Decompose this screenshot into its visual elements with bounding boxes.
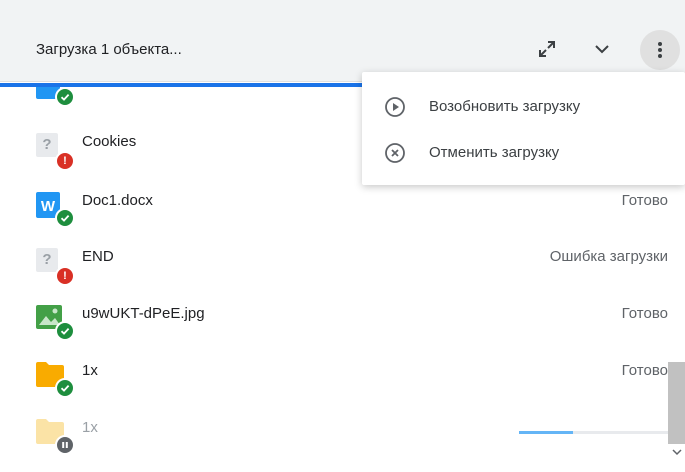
- svg-text:W: W: [41, 198, 56, 215]
- status-text: Ошибка загрузки: [549, 248, 668, 265]
- menu-item-label: Возобновить загрузку: [429, 98, 581, 115]
- list-item[interactable]: 1x: [0, 409, 669, 459]
- more-options-button[interactable]: [640, 30, 680, 70]
- more-vert-icon: [658, 42, 662, 58]
- scroll-thumb[interactable]: [668, 362, 685, 444]
- status-text: Готово: [621, 192, 668, 209]
- upload-title: Загрузка 1 объекта...: [36, 41, 182, 58]
- status-text: Готово: [621, 305, 668, 322]
- options-menu: Возобновить загрузку Отменить загрузку: [362, 72, 685, 185]
- upload-progress-bar: [519, 431, 669, 434]
- file-name: Cookies: [82, 133, 137, 150]
- pause-badge-icon: [55, 435, 75, 455]
- file-name: END: [82, 248, 114, 265]
- success-badge-icon: [55, 321, 75, 341]
- file-name: 1x: [82, 419, 98, 436]
- upload-progress-fill: [519, 431, 573, 434]
- success-badge-icon: [55, 208, 75, 228]
- cancel-circle-icon: [385, 143, 405, 163]
- upload-panel: ? ! Cookies W Doc1.docx Готово ? ! END О…: [0, 0, 685, 472]
- list-item[interactable]: ? ! END Ошибка загрузки: [0, 238, 668, 288]
- success-badge-icon: [55, 378, 75, 398]
- expand-icon: [539, 41, 555, 57]
- expand-button[interactable]: [532, 34, 562, 64]
- play-circle-icon: [385, 97, 405, 117]
- list-item[interactable]: W Doc1.docx Готово: [0, 182, 668, 232]
- file-name: u9wUKT-dPeE.jpg: [82, 305, 205, 322]
- error-badge-icon: !: [55, 266, 75, 286]
- status-text: Готово: [621, 362, 668, 379]
- list-item[interactable]: u9wUKT-dPeE.jpg Готово: [0, 295, 668, 345]
- menu-item-label: Отменить загрузку: [429, 144, 560, 161]
- upload-header: Загрузка 1 объекта...: [0, 0, 685, 82]
- list-item[interactable]: 1x Готово: [0, 352, 668, 402]
- file-name: 1x: [82, 362, 98, 379]
- error-badge-icon: !: [55, 151, 75, 171]
- collapse-button[interactable]: [587, 34, 617, 64]
- chevron-down-icon: [595, 45, 609, 54]
- resume-upload-menu-item[interactable]: Возобновить загрузку: [362, 84, 685, 128]
- cancel-upload-menu-item[interactable]: Отменить загрузку: [362, 130, 685, 174]
- scroll-down-arrow-icon[interactable]: [670, 445, 683, 458]
- file-name: Doc1.docx: [82, 192, 153, 209]
- success-badge-icon: [55, 87, 75, 107]
